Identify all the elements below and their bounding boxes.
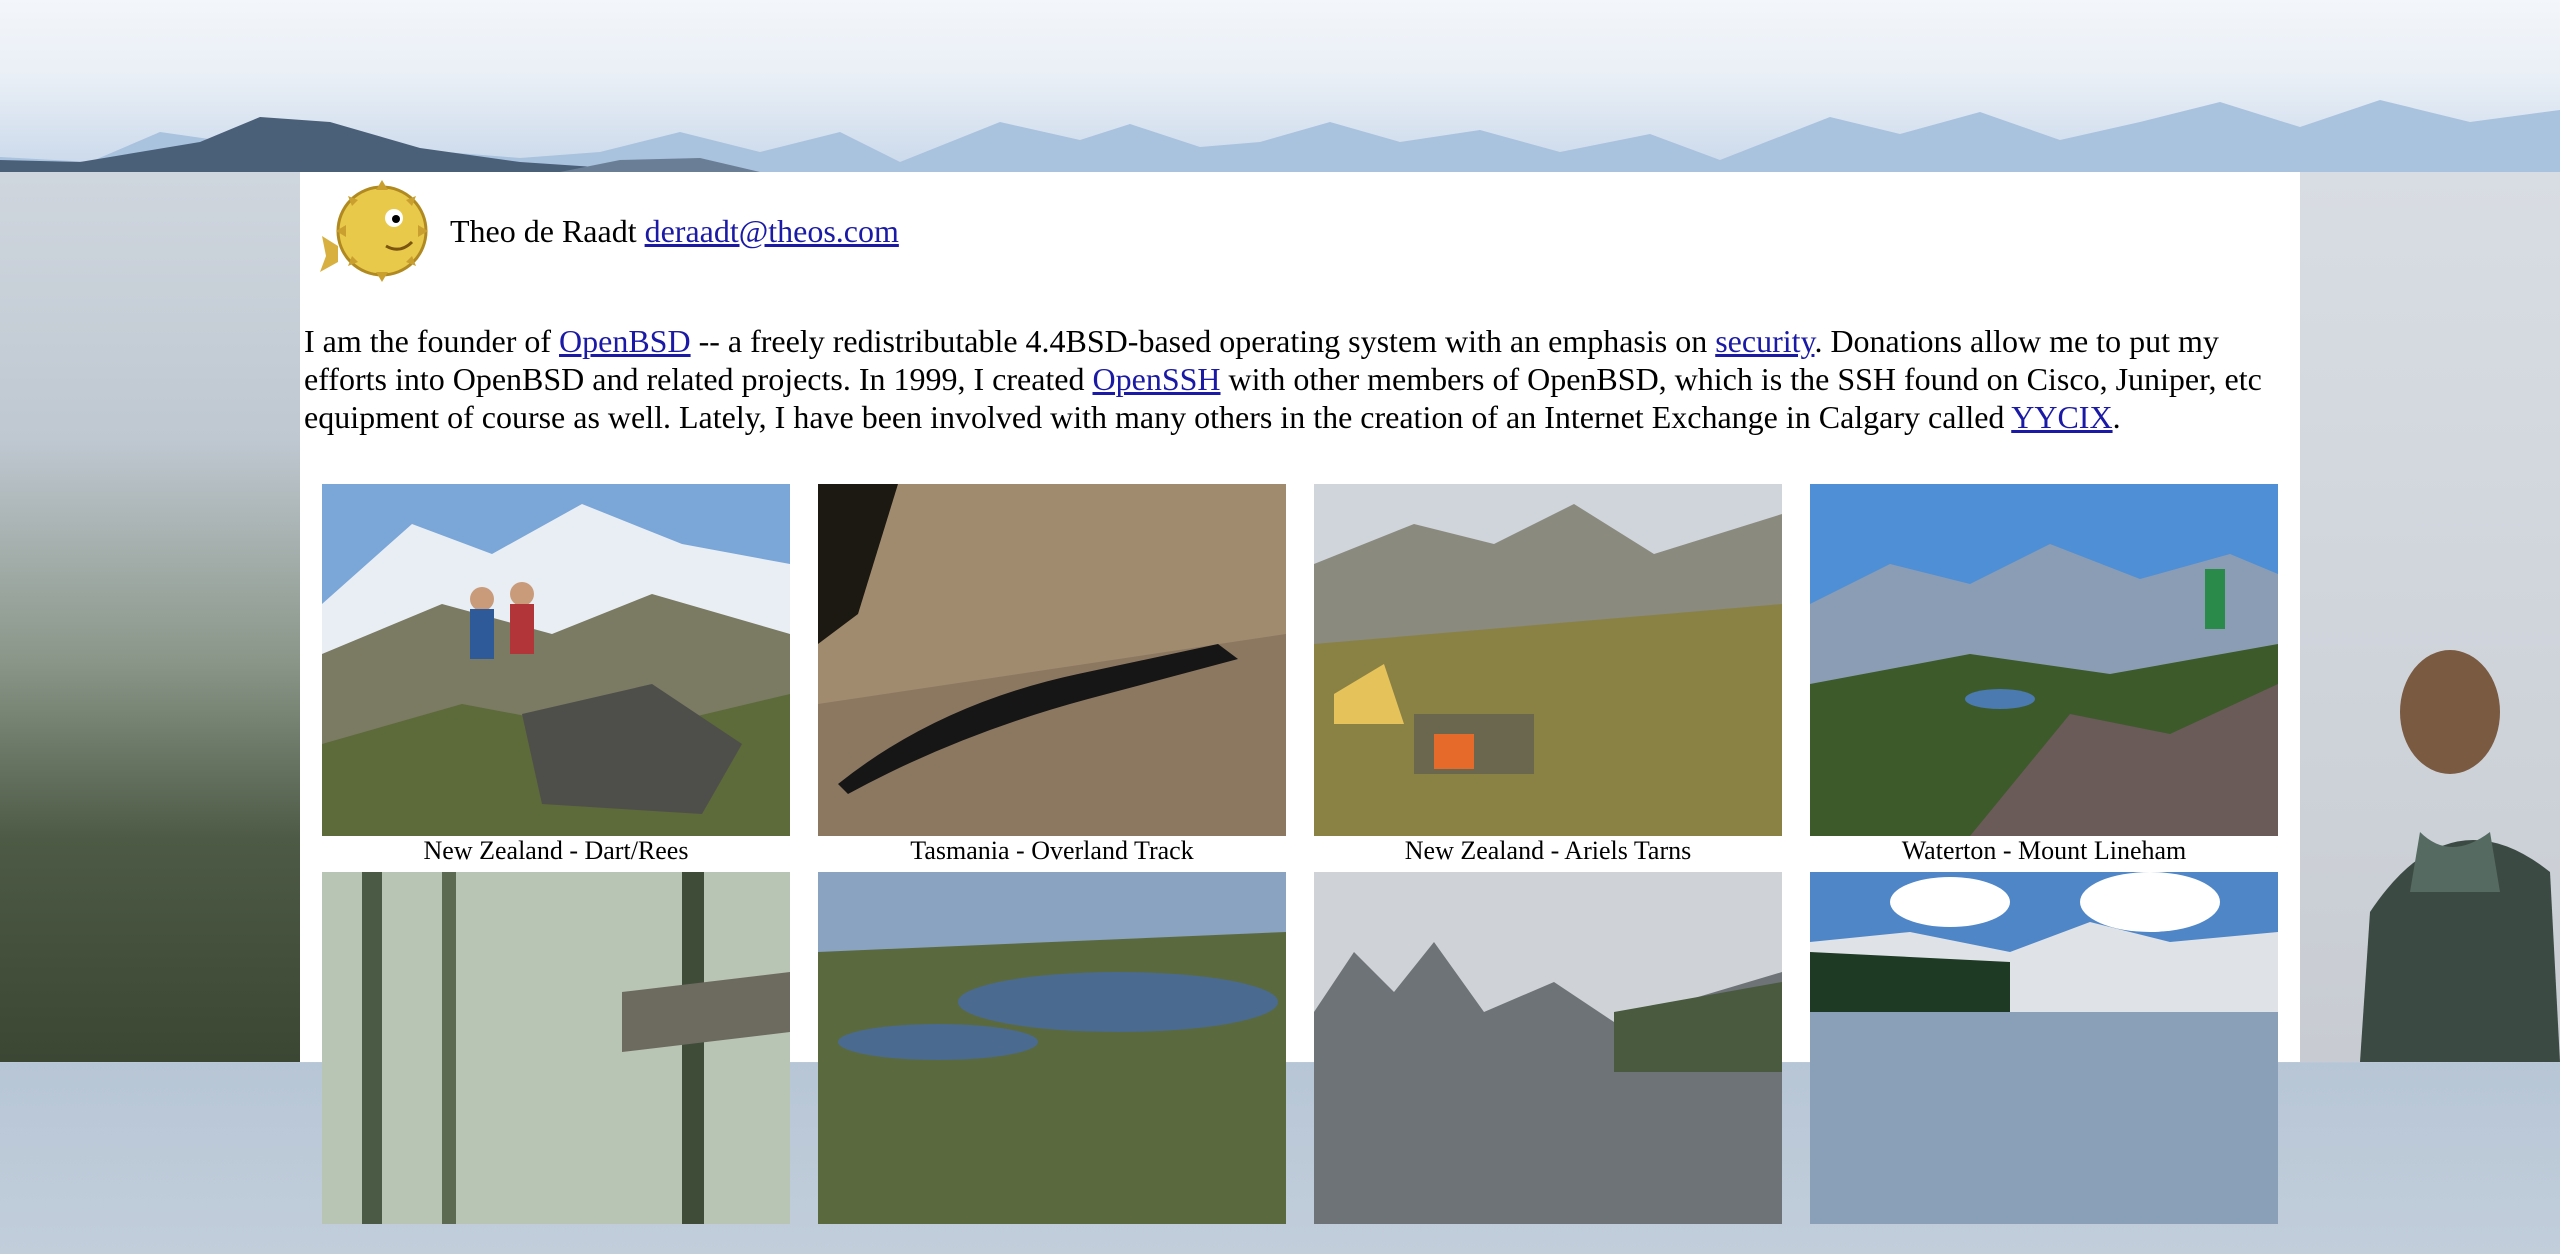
- photo-forest[interactable]: [322, 872, 790, 1224]
- gallery-item: [1314, 872, 1782, 1254]
- photo-caption: [322, 1224, 790, 1254]
- gallery-item: New Zealand - Dart/Rees: [322, 484, 790, 866]
- gallery-item: [322, 872, 790, 1254]
- author-name: Theo de Raadt: [450, 212, 637, 249]
- intro-text: .: [2112, 399, 2121, 435]
- photo-caption: New Zealand - Ariels Tarns: [1404, 836, 1692, 865]
- background-scenery-right: [2300, 172, 2560, 1062]
- photo-waterton-mount-lineham[interactable]: [1810, 484, 2278, 836]
- gallery-item: [1810, 872, 2278, 1254]
- photo-tasmania-overland-track[interactable]: [818, 484, 1286, 836]
- photo-caption: Tasmania - Overland Track: [910, 836, 1194, 865]
- mountain-banner: [0, 0, 2560, 172]
- gallery-item: [818, 872, 1286, 1254]
- security-link[interactable]: security: [1715, 323, 1814, 359]
- email-link[interactable]: deraadt@theos.com: [645, 213, 899, 249]
- intro-text: I am the founder of: [304, 323, 560, 359]
- photo-tarns-lake[interactable]: [818, 872, 1286, 1224]
- gallery-item: Tasmania - Overland Track: [818, 484, 1286, 866]
- background-scenery-left: [0, 172, 300, 1062]
- gallery-item: New Zealand - Ariels Tarns: [1314, 484, 1782, 866]
- blowfish-logo-icon: [320, 180, 428, 282]
- intro-text: -- a freely redistributable 4.4BSD-based…: [690, 323, 1716, 359]
- gallery-item: Waterton - Mount Lineham: [1810, 484, 2278, 866]
- photo-mountain-lake[interactable]: [1810, 872, 2278, 1224]
- photo-caption: [1810, 1224, 2278, 1254]
- openbsd-link[interactable]: OpenBSD: [559, 323, 691, 359]
- photo-caption: [1314, 1224, 1782, 1254]
- photo-caption: [818, 1224, 1286, 1254]
- photo-misty-peaks[interactable]: [1314, 872, 1782, 1224]
- openssh-link[interactable]: OpenSSH: [1093, 361, 1221, 397]
- photo-caption: New Zealand - Dart/Rees: [423, 836, 689, 865]
- photo-gallery: New Zealand - Dart/Rees Tasmania - Overl…: [322, 484, 2282, 1254]
- author-line: Theo de Raadt deraadt@theos.com: [450, 213, 899, 250]
- photo-caption: Waterton - Mount Lineham: [1901, 836, 2187, 865]
- intro-paragraph: I am the founder of OpenBSD -- a freely …: [304, 322, 2294, 436]
- content-panel: Theo de Raadt deraadt@theos.com I am the…: [300, 172, 2300, 1224]
- photo-new-zealand-dart-rees[interactable]: [322, 484, 790, 836]
- photo-new-zealand-ariels-tarns[interactable]: [1314, 484, 1782, 836]
- page-header: Theo de Raadt deraadt@theos.com: [316, 176, 899, 286]
- yycix-link[interactable]: YYCIX: [2011, 399, 2112, 435]
